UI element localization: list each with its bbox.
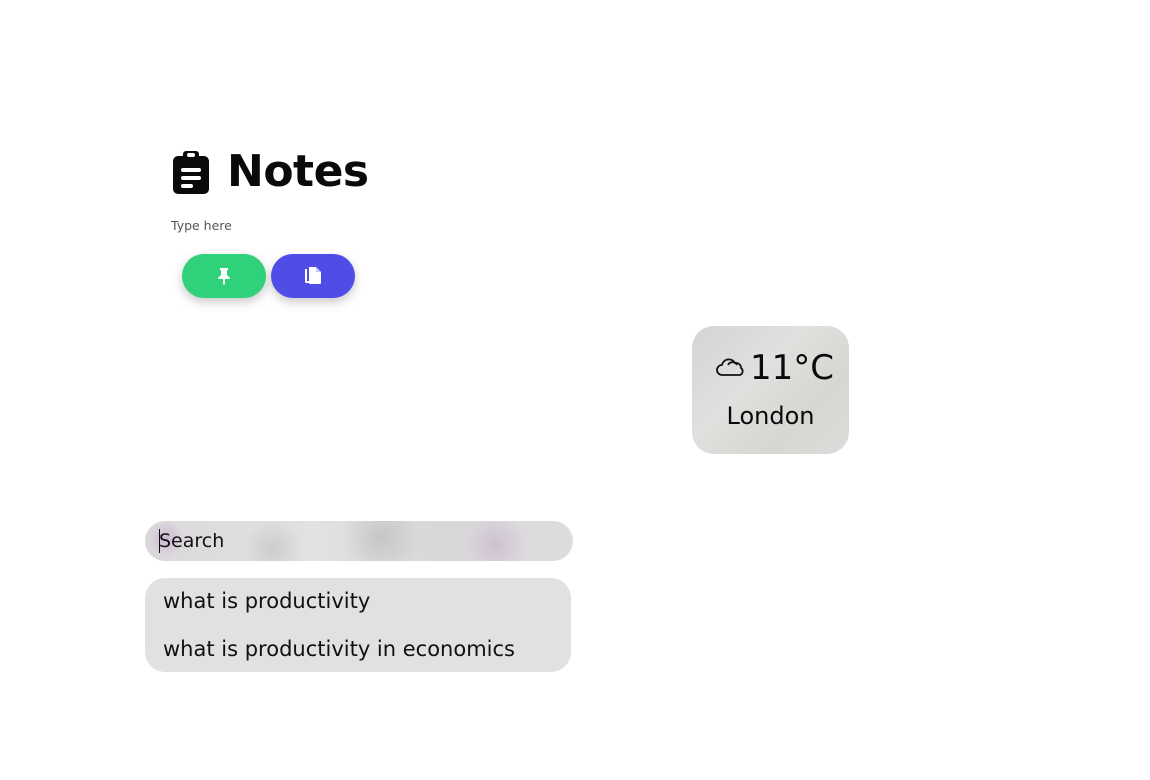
clipboard-list-icon [173, 151, 209, 194]
copy-icon [305, 267, 321, 284]
text-caret [159, 529, 160, 553]
cloud-icon [716, 358, 744, 376]
notes-widget: Notes [171, 140, 431, 310]
suggestion-item[interactable]: what is productivity in economics [163, 634, 515, 664]
search-bar[interactable] [145, 521, 573, 561]
notes-input[interactable] [171, 214, 391, 236]
suggestion-item[interactable]: what is productivity [163, 586, 370, 616]
copy-note-button[interactable] [271, 254, 355, 298]
weather-temperature-row: 11°C [716, 346, 834, 390]
weather-widget: 11°C London [692, 326, 849, 454]
search-input[interactable] [159, 521, 559, 561]
notes-title: Notes [227, 146, 369, 197]
search-suggestions: what is productivity what is productivit… [145, 578, 571, 672]
notes-header: Notes [171, 144, 369, 200]
pin-icon [218, 268, 230, 285]
weather-temperature: 11°C [750, 348, 835, 388]
weather-city: London [726, 402, 815, 430]
pin-note-button[interactable] [182, 254, 266, 298]
